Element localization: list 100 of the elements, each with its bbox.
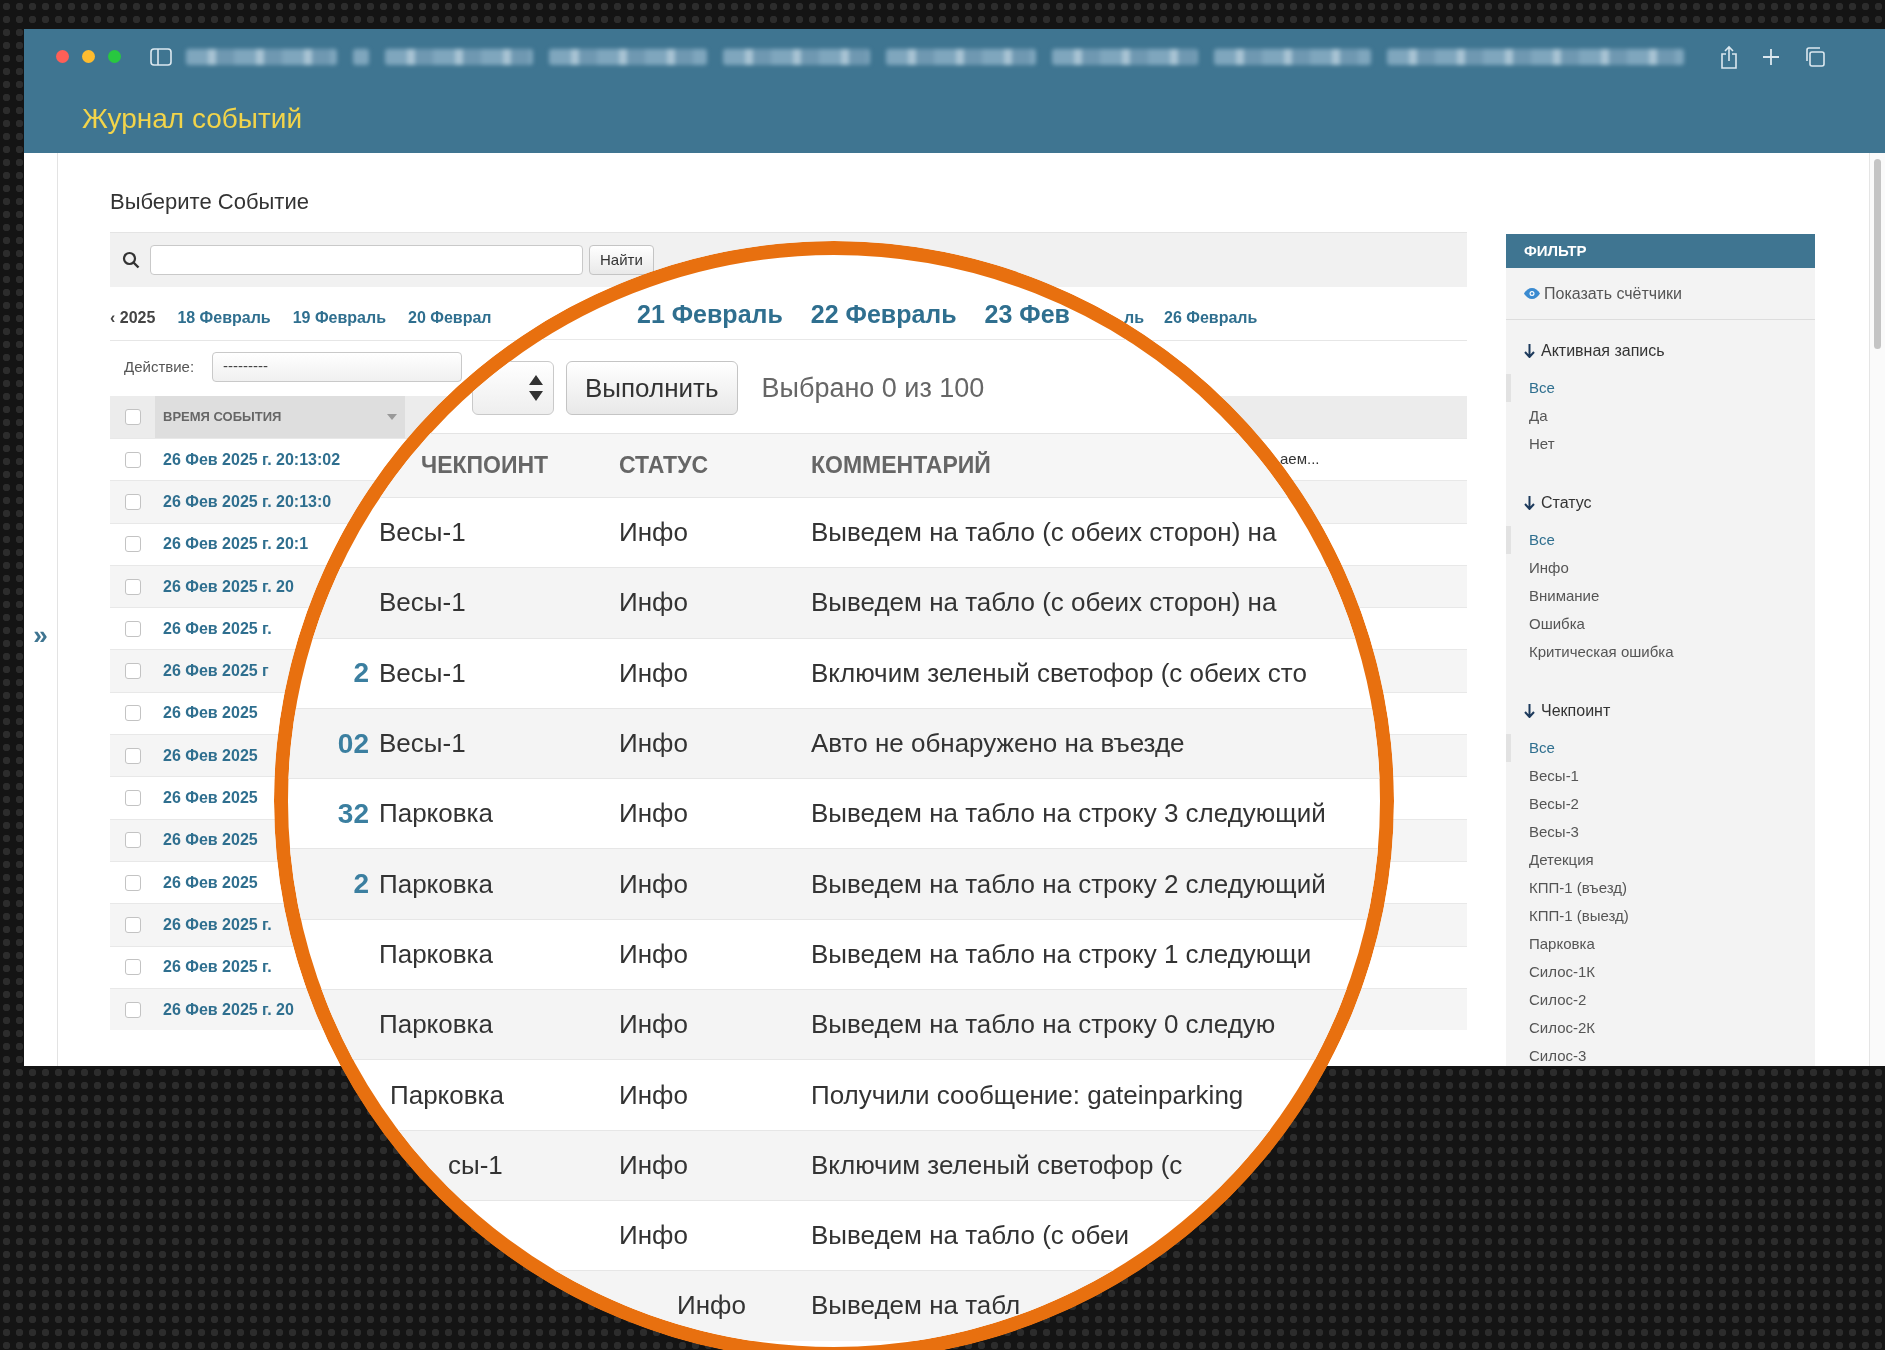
- minimize-button[interactable]: [82, 50, 95, 63]
- filter-option[interactable]: Парковка: [1506, 930, 1595, 958]
- event-time-link[interactable]: 32: [337, 797, 369, 829]
- show-counters-link[interactable]: Показать счётчики: [1544, 281, 1683, 306]
- event-time-link[interactable]: 26 Фев 2025: [163, 831, 258, 849]
- table-cell: Включим зеленый светофор (с: [811, 1149, 1183, 1180]
- checkbox[interactable]: [124, 832, 141, 849]
- event-time-link[interactable]: 26 Фев 2025 г. 20:13:02: [163, 450, 341, 468]
- filter-option[interactable]: Детекция: [1506, 846, 1594, 874]
- blurred-tab[interactable]: [1214, 48, 1371, 65]
- search-button[interactable]: Найти: [589, 245, 654, 275]
- filter-option[interactable]: Силос-2К: [1506, 1014, 1596, 1042]
- share-icon[interactable]: [1720, 44, 1738, 69]
- filter-option[interactable]: Все: [1506, 526, 1555, 554]
- filter-option[interactable]: Все: [1506, 734, 1555, 762]
- down-arrow-icon: [1524, 496, 1535, 510]
- event-time-link[interactable]: 26 Фев 2025 г: [163, 662, 269, 680]
- down-arrow-icon: [1524, 344, 1535, 358]
- page-title: Выберите Событие: [110, 188, 310, 216]
- column-header[interactable]: ЧЕКПОИНТ: [421, 448, 549, 483]
- blurred-tab[interactable]: [353, 48, 369, 65]
- event-time-link[interactable]: 26 Фев 2025: [163, 704, 258, 722]
- filter-option[interactable]: Внимание: [1506, 582, 1600, 610]
- event-time-link[interactable]: 2: [353, 657, 369, 689]
- blurred-tab[interactable]: [886, 48, 1036, 65]
- filter-option[interactable]: Весы-1: [1506, 762, 1579, 790]
- filter-option[interactable]: Силос-3: [1506, 1042, 1587, 1066]
- filter-option[interactable]: Критическая ошибка: [1506, 638, 1674, 666]
- date-link[interactable]: 22 Февраль: [810, 295, 957, 334]
- filter-option[interactable]: Весы-3: [1506, 818, 1579, 846]
- checkbox[interactable]: [124, 663, 141, 680]
- filter-option[interactable]: Инфо: [1506, 554, 1569, 582]
- filter-option[interactable]: Ошибка: [1506, 610, 1585, 638]
- close-button[interactable]: [56, 50, 69, 63]
- year-link[interactable]: ‹ 2025: [110, 305, 156, 330]
- blurred-tab[interactable]: [1052, 48, 1198, 65]
- zoom-button[interactable]: [108, 50, 121, 63]
- filter-option[interactable]: КПП-1 (въезд): [1506, 874, 1627, 902]
- action-label: Действие:: [124, 356, 195, 377]
- date-link[interactable]: 23 Фев: [984, 295, 1070, 334]
- filter-option[interactable]: Весы-2: [1506, 790, 1579, 818]
- filter-option[interactable]: Да: [1506, 402, 1548, 430]
- blurred-tab[interactable]: [385, 48, 533, 65]
- date-link[interactable]: 21 Февраль: [637, 295, 783, 334]
- filter-option[interactable]: Все: [1506, 374, 1555, 402]
- scrollbar[interactable]: [1869, 153, 1885, 1066]
- checkbox[interactable]: [124, 451, 141, 468]
- checkbox[interactable]: [124, 1001, 141, 1018]
- checkbox[interactable]: [124, 578, 141, 595]
- date-link[interactable]: 18 Февраль: [177, 305, 271, 330]
- table-cell: Весы-1: [379, 657, 466, 688]
- event-time-link[interactable]: 26 Фев 2025: [163, 789, 258, 806]
- table-cell: Инфо: [619, 938, 688, 969]
- checkbox[interactable]: [124, 493, 141, 510]
- checkbox[interactable]: [124, 747, 141, 764]
- event-time-link[interactable]: 26 Фев 2025 г. 20: [163, 1000, 294, 1018]
- action-select[interactable]: ---------: [212, 352, 463, 382]
- blurred-tab[interactable]: [549, 48, 707, 65]
- column-header[interactable]: СТАТУС: [619, 452, 709, 479]
- search-icon: [122, 251, 140, 269]
- filter-option[interactable]: Нет: [1506, 430, 1555, 458]
- blurred-tab[interactable]: [1387, 48, 1684, 65]
- event-time-link[interactable]: 26 Фев 2025 г.: [163, 619, 272, 637]
- checkbox[interactable]: [124, 874, 141, 891]
- table-cell: Весы-1: [379, 517, 466, 548]
- checkbox[interactable]: [124, 916, 141, 933]
- filter-option[interactable]: КПП-1 (выезд): [1506, 902, 1629, 930]
- checkbox[interactable]: [124, 536, 141, 553]
- event-time-link[interactable]: 26 Фев 2025 г.: [163, 958, 272, 976]
- event-time-link[interactable]: 26 Фев 2025 г. 20:13:0: [163, 492, 332, 510]
- filter-option[interactable]: Силос-2: [1506, 986, 1587, 1014]
- checkbox[interactable]: [124, 790, 141, 806]
- checkbox[interactable]: [124, 409, 141, 425]
- expand-toggle[interactable]: »: [33, 621, 48, 648]
- search-field[interactable]: [150, 245, 583, 275]
- execute-button[interactable]: Выполнить: [566, 361, 738, 415]
- tabs-icon[interactable]: [1804, 45, 1826, 68]
- event-time-link[interactable]: 26 Фев 2025: [163, 746, 258, 764]
- column-header[interactable]: КОММЕНТАРИЙ: [811, 452, 991, 479]
- checkbox[interactable]: [124, 620, 141, 637]
- plus-icon[interactable]: [1762, 47, 1780, 66]
- event-time-link[interactable]: 26 Фев 2025 г. 20: [163, 577, 294, 595]
- table-cell: Парковка: [379, 798, 493, 829]
- event-time-link[interactable]: 2: [353, 868, 369, 900]
- table-cell: Инфо: [619, 1009, 688, 1040]
- down-arrow-icon: [1524, 704, 1535, 718]
- event-time-link[interactable]: 02: [337, 727, 369, 759]
- sort-caret-icon: [387, 414, 397, 420]
- event-time-link[interactable]: 26 Фев 2025 г.: [163, 915, 272, 933]
- action-select[interactable]: [472, 361, 554, 415]
- blurred-tab[interactable]: [186, 48, 337, 65]
- event-time-link[interactable]: 26 Фев 2025: [163, 873, 258, 891]
- table-cell-text: аем...: [1280, 449, 1320, 470]
- sidebar-icon[interactable]: [150, 47, 172, 66]
- blurred-tab[interactable]: [723, 48, 870, 65]
- event-time-link[interactable]: 26 Фев 2025 г. 20:1: [163, 535, 309, 553]
- checkbox[interactable]: [124, 705, 141, 722]
- filter-group-title: Активная запись: [1541, 341, 1665, 361]
- checkbox[interactable]: [124, 959, 141, 976]
- filter-option[interactable]: Силос-1К: [1506, 958, 1596, 986]
